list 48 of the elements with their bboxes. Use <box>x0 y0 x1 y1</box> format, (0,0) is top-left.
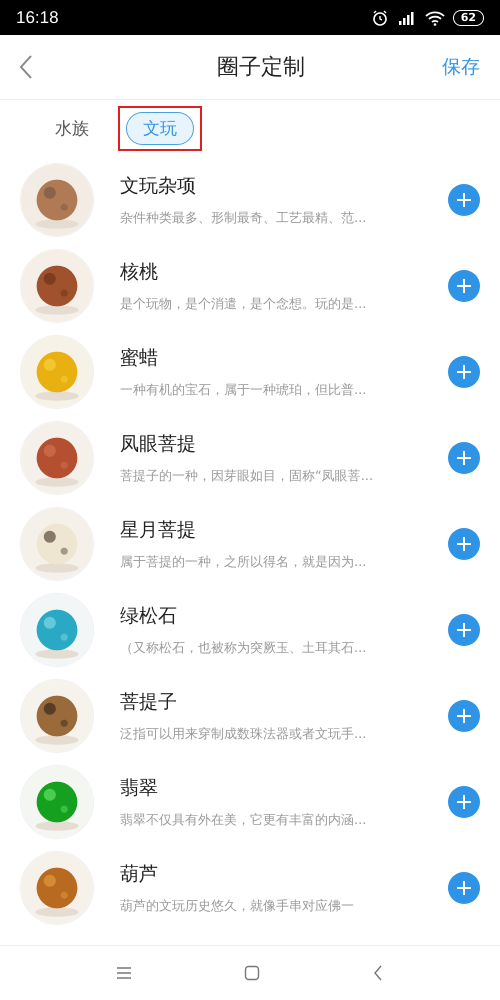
add-button[interactable] <box>448 356 480 388</box>
alarm-icon <box>370 8 389 26</box>
back-icon[interactable] <box>372 965 384 981</box>
add-button[interactable] <box>448 528 480 560</box>
item-name: 文玩杂项 <box>120 174 197 199</box>
item-name: 翡翠 <box>120 776 159 801</box>
add-button[interactable] <box>448 872 480 904</box>
plus-icon <box>456 278 472 294</box>
back-icon[interactable] <box>18 54 34 80</box>
menu-icon[interactable] <box>116 966 132 980</box>
home-icon[interactable] <box>244 965 260 981</box>
plus-icon <box>456 880 472 896</box>
add-button[interactable] <box>448 786 480 818</box>
add-button[interactable] <box>448 614 480 646</box>
plus-icon <box>456 450 472 466</box>
item-description: 葫芦的文玩历史悠久，就像手串对应佛一 <box>120 898 355 915</box>
item-description: 翡翠不仅具有外在美，它更有丰富的内涵... <box>120 812 368 829</box>
item-description: 菩提子的一种，因芽眼如目，固称“凤眼菩... <box>120 468 374 485</box>
item-name: 菩提子 <box>120 690 178 715</box>
item-description: 泛指可以用来穿制成数珠法器或者文玩手... <box>120 726 368 743</box>
plus-icon <box>456 364 472 380</box>
status-time: 16:18 <box>16 8 59 28</box>
item-name: 核桃 <box>120 260 159 285</box>
item-description: 杂件种类最多、形制最奇、工艺最精、范... <box>120 210 368 227</box>
item-name: 凤眼菩提 <box>120 432 197 457</box>
category-tab[interactable]: 水族 <box>38 112 106 145</box>
plus-icon <box>456 622 472 638</box>
plus-icon <box>456 536 472 552</box>
save-button[interactable]: 保存 <box>438 50 484 84</box>
item-name: 葫芦 <box>120 862 159 887</box>
add-button[interactable] <box>448 184 480 216</box>
plus-icon <box>456 708 472 724</box>
plus-icon <box>456 192 472 208</box>
page-title: 圈子定制 <box>217 54 305 82</box>
category-tab[interactable]: 文玩 <box>126 112 194 145</box>
add-button[interactable] <box>448 270 480 302</box>
battery-indicator: 62 <box>452 10 484 26</box>
item-name: 星月菩提 <box>120 518 197 543</box>
wifi-icon <box>424 10 445 26</box>
item-name: 蜜蜡 <box>120 346 159 371</box>
add-button[interactable] <box>448 700 480 732</box>
item-description: 是个玩物，是个消遣，是个念想。玩的是... <box>120 296 368 313</box>
plus-icon <box>456 794 472 810</box>
item-description: （又称松石，也被称为突厥玉、土耳其石... <box>120 640 368 657</box>
add-button[interactable] <box>448 442 480 474</box>
item-name: 绿松石 <box>120 604 178 629</box>
item-description: 一种有机的宝石，属于一种琥珀，但比普... <box>120 382 368 399</box>
item-description: 属于菩提的一种，之所以得名，就是因为... <box>120 554 368 571</box>
